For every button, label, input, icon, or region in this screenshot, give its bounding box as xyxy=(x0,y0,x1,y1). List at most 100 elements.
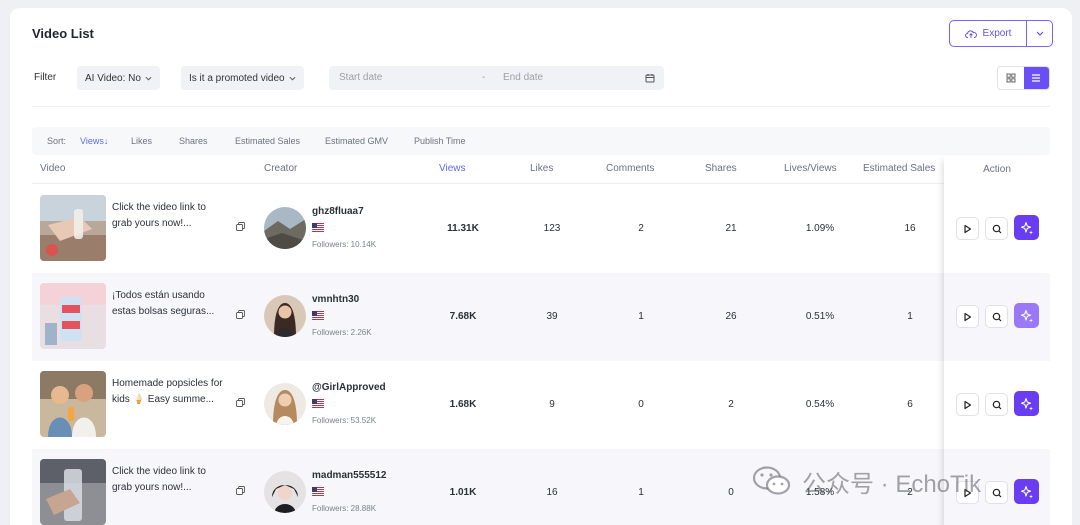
video-title[interactable]: Click the video link to grab yours now!.… xyxy=(112,464,224,496)
us-flag-icon xyxy=(312,223,324,232)
search-button[interactable] xyxy=(985,481,1008,504)
video-list-panel: Video List Export Filter AI Video: No Is… xyxy=(10,8,1072,525)
play-button[interactable] xyxy=(956,217,979,240)
search-button[interactable] xyxy=(985,305,1008,328)
sort-option-estimated-gmv[interactable]: Estimated GMV xyxy=(325,136,388,146)
date-range-picker[interactable]: Start date - End date xyxy=(329,66,664,90)
creator-avatar[interactable] xyxy=(264,383,306,425)
likes-value: 39 xyxy=(546,311,558,322)
table-row[interactable]: ¡Todos están usando estas bolsas seguras… xyxy=(32,273,1050,361)
sparkle-icon xyxy=(1020,485,1033,498)
table-row[interactable]: Homemade popsicles for kids 🍦 Easy summe… xyxy=(32,361,1050,449)
header-lives-views[interactable]: Lives/Views xyxy=(784,163,837,174)
creator-name[interactable]: vmnhtn30 xyxy=(312,294,359,305)
likes-value: 123 xyxy=(543,223,561,234)
header-video: Video xyxy=(40,163,66,174)
likes-value: 9 xyxy=(549,399,555,410)
promoted-video-filter[interactable]: Is it a promoted video xyxy=(181,66,304,90)
creator-name[interactable]: madman555512 xyxy=(312,470,387,481)
view-mode-toggle xyxy=(997,66,1050,90)
views-value: 1.68K xyxy=(449,399,477,410)
sort-option-estimated-sales[interactable]: Estimated Sales xyxy=(235,136,300,146)
watermark-text: 公众号 · EchoTik xyxy=(802,470,982,498)
header-comments[interactable]: Comments xyxy=(606,163,654,174)
lives-views-value: 0.54% xyxy=(805,399,835,410)
shares-value: 2 xyxy=(728,399,734,410)
ai-video-filter[interactable]: AI Video: No xyxy=(77,66,160,90)
table-row[interactable]: Click the video link to grab yours now!.… xyxy=(32,185,1050,273)
copy-icon[interactable] xyxy=(236,310,245,319)
sort-label: Sort: xyxy=(47,136,67,146)
promoted-video-filter-value: Is it a promoted video xyxy=(189,72,285,84)
ai-analysis-button[interactable] xyxy=(1014,479,1039,504)
watermark: 公众号 · EchoTik xyxy=(752,462,981,500)
sparkle-icon xyxy=(1020,397,1033,410)
video-thumbnail[interactable] xyxy=(40,195,106,261)
creator-name[interactable]: ghz8fluaa7 xyxy=(312,206,364,217)
header-likes[interactable]: Likes xyxy=(530,163,553,174)
estimated-sales-value: 16 xyxy=(904,223,916,234)
page-title: Video List xyxy=(32,26,94,41)
comments-value: 2 xyxy=(638,223,644,234)
list-icon xyxy=(1032,74,1041,82)
sort-option-views[interactable]: Views↓ xyxy=(80,136,108,146)
export-button[interactable]: Export xyxy=(949,20,1027,47)
table-header: Video Creator Views Likes Comments Share… xyxy=(32,160,1050,184)
calendar-icon xyxy=(645,74,655,83)
video-title[interactable]: Homemade popsicles for kids 🍦 Easy summe… xyxy=(112,376,224,408)
ai-analysis-button[interactable] xyxy=(1014,215,1039,240)
video-title[interactable]: Click the video link to grab yours now!.… xyxy=(112,200,224,232)
views-value: 1.01K xyxy=(449,487,477,498)
action-cell xyxy=(944,361,1050,449)
copy-icon[interactable] xyxy=(236,486,245,495)
header-creator: Creator xyxy=(264,163,298,174)
action-cell xyxy=(944,185,1050,273)
us-flag-icon xyxy=(312,399,324,408)
video-thumbnail[interactable] xyxy=(40,459,106,525)
play-button[interactable] xyxy=(956,305,979,328)
cloud-upload-icon xyxy=(964,29,977,38)
search-icon xyxy=(992,488,1001,497)
video-thumbnail[interactable] xyxy=(40,283,106,349)
views-value: 7.68K xyxy=(449,311,477,322)
grid-view-button[interactable] xyxy=(998,67,1024,89)
search-button[interactable] xyxy=(985,393,1008,416)
copy-icon[interactable] xyxy=(236,222,245,231)
export-dropdown-button[interactable] xyxy=(1026,20,1053,47)
list-view-button[interactable] xyxy=(1023,67,1049,89)
start-date-input[interactable]: Start date xyxy=(339,72,382,83)
search-icon xyxy=(992,400,1001,409)
creator-followers: Followers: 28.88K xyxy=(312,504,377,513)
creator-name[interactable]: @GirlApproved xyxy=(312,382,386,393)
us-flag-icon xyxy=(312,311,324,320)
sparkle-icon xyxy=(1020,309,1033,322)
header-views[interactable]: Views xyxy=(439,163,466,174)
export-label: Export xyxy=(982,28,1012,39)
creator-avatar[interactable] xyxy=(264,207,306,249)
end-date-input[interactable]: End date xyxy=(503,72,543,83)
creator-followers: Followers: 53.52K xyxy=(312,416,377,425)
sort-option-likes[interactable]: Likes xyxy=(131,136,152,146)
shares-value: 26 xyxy=(725,311,737,322)
estimated-sales-value: 6 xyxy=(907,399,913,410)
video-title[interactable]: ¡Todos están usando estas bolsas seguras… xyxy=(112,288,224,320)
sparkle-icon xyxy=(1020,221,1033,234)
date-separator: - xyxy=(482,72,486,83)
lives-views-value: 0.51% xyxy=(805,311,835,322)
sort-option-shares[interactable]: Shares xyxy=(179,136,208,146)
sort-option-publish-time[interactable]: Publish Time xyxy=(414,136,466,146)
header-shares[interactable]: Shares xyxy=(705,163,737,174)
search-button[interactable] xyxy=(985,217,1008,240)
copy-icon[interactable] xyxy=(236,398,245,407)
header-estimated-sales[interactable]: Estimated Sales xyxy=(863,163,935,174)
play-button[interactable] xyxy=(956,393,979,416)
ai-analysis-button[interactable] xyxy=(1014,303,1039,328)
creator-avatar[interactable] xyxy=(264,295,306,337)
creator-avatar[interactable] xyxy=(264,471,306,513)
play-icon xyxy=(964,400,972,409)
lives-views-value: 1.09% xyxy=(805,223,835,234)
video-thumbnail[interactable] xyxy=(40,371,106,437)
ai-analysis-button[interactable] xyxy=(1014,391,1039,416)
wechat-icon xyxy=(752,466,791,495)
sort-bar: Sort: Views↓ Likes Shares Estimated Sale… xyxy=(32,127,1050,155)
